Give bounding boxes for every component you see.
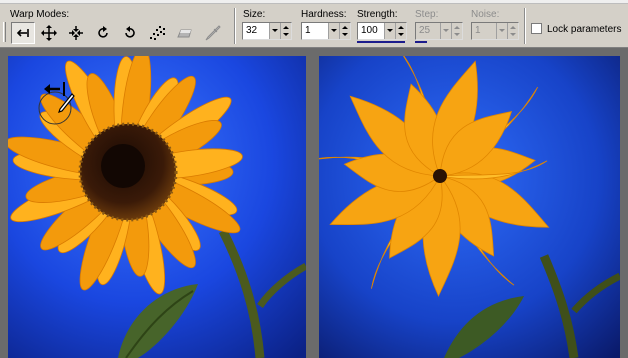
strength-value: 100 (361, 25, 378, 36)
step-dropdown-button[interactable] (440, 23, 451, 39)
hardness-value: 1 (305, 25, 311, 36)
rotate-cw-icon (98, 26, 108, 38)
strength-label: Strength: (357, 9, 398, 20)
strength-dropdown-button[interactable] (384, 23, 395, 39)
step-level-bar (415, 41, 427, 43)
rotate-ccw-icon (125, 26, 135, 38)
noise-dropdown-button[interactable] (496, 23, 507, 39)
noise-label: Noise: (471, 9, 500, 20)
toolbar-grip[interactable] (3, 22, 6, 42)
turbulence-tool-button[interactable] (146, 22, 170, 44)
arrow-left-bar-icon (16, 29, 29, 37)
size-dropdown-button[interactable] (269, 23, 280, 39)
scatter-dots-icon (150, 26, 165, 40)
lock-parameters-checkbox[interactable] (531, 23, 542, 34)
knife-icon (205, 25, 221, 41)
twirl-counterclockwise-tool-button[interactable] (118, 22, 142, 44)
strength-spinner[interactable] (395, 23, 406, 39)
step-value: 25 (419, 25, 431, 36)
step-field[interactable]: 25 (415, 22, 463, 40)
warped-sunflower-image (319, 56, 620, 358)
strength-level-bar (357, 41, 405, 43)
toolbar-separator (234, 8, 236, 44)
eraser-icon (177, 29, 192, 38)
hardness-spinner[interactable] (339, 23, 350, 39)
move-arrows-icon (41, 25, 57, 41)
forward-warp-tool-button[interactable] (11, 22, 35, 44)
preview-image-canvas[interactable] (319, 56, 620, 358)
pucker-icon (69, 26, 83, 40)
options-toolbar: Warp Modes: Size: 32 Hardness: 1 Strengt… (0, 0, 628, 48)
lock-parameters-label[interactable]: Lock parameters (547, 24, 621, 35)
pucker-tool-button[interactable] (64, 22, 88, 44)
size-label: Size: (243, 9, 266, 20)
toolbar-separator-2 (524, 8, 526, 44)
twirl-clockwise-tool-button[interactable] (91, 22, 115, 44)
toolbar-top-border (0, 0, 628, 4)
noise-spinner[interactable] (507, 23, 518, 39)
size-value: 32 (246, 25, 258, 36)
hardness-dropdown-button[interactable] (328, 23, 339, 39)
original-image-canvas[interactable] (8, 56, 306, 358)
noise-field[interactable]: 1 (471, 22, 519, 40)
step-spinner[interactable] (451, 23, 462, 39)
warp-modes-label: Warp Modes: (10, 9, 70, 20)
hardness-field[interactable]: 1 (301, 22, 351, 40)
hardness-label: Hardness: (301, 9, 347, 20)
size-field[interactable]: 32 (242, 22, 292, 40)
strength-field[interactable]: 100 (357, 22, 407, 40)
move-tool-button[interactable] (37, 22, 61, 44)
reconstruct-tool-button[interactable] (173, 22, 197, 44)
size-spinner[interactable] (280, 23, 291, 39)
original-sunflower-image (8, 56, 306, 358)
noise-value: 1 (475, 25, 481, 36)
freeze-tool-button[interactable] (201, 22, 225, 44)
step-label: Step: (415, 9, 439, 20)
